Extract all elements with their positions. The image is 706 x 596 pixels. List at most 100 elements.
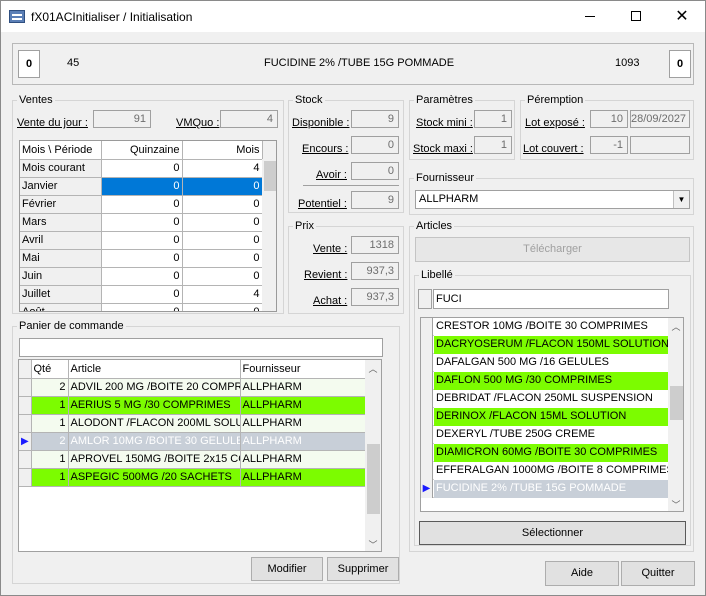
maximize-button[interactable] <box>613 1 659 32</box>
ventes-row-mois[interactable]: 0 <box>182 267 263 286</box>
article-list-item[interactable]: DACRYOSERUM /FLACON 150ML SOLUTION <box>421 336 668 354</box>
lot-couvert-date <box>630 136 690 154</box>
revient-label: Revient : <box>304 269 348 281</box>
achat-label: Achat : <box>313 295 348 307</box>
ventes-row-mois[interactable]: 0 <box>182 195 263 214</box>
ventes-row-quinzaine[interactable]: 0 <box>101 249 183 268</box>
telecharger-button[interactable]: Télécharger <box>415 237 690 262</box>
article-item-label: DERINOX /FLACON 15ML SOLUTION <box>434 408 668 426</box>
stock-mini-label: Stock mini : <box>416 117 473 129</box>
articles-list[interactable]: CRESTOR 10MG /BOITE 30 COMPRIMES DACRYOSE… <box>420 317 684 512</box>
ventes-row-quinzaine[interactable]: 0 <box>101 267 183 286</box>
fournisseur-select[interactable]: ALLPHARM ▼ <box>415 190 690 209</box>
ventes-row[interactable]: Mars 0 0 <box>20 213 276 232</box>
minimize-button[interactable] <box>567 1 613 32</box>
article-list-item[interactable]: ▶ FUCIDINE 2% /TUBE 15G POMMADE <box>421 480 668 498</box>
achat-field: 937,3 <box>351 288 399 306</box>
panier-row-qte: 1 <box>31 414 69 433</box>
article-list-item[interactable]: DEXERYL /TUBE 250G CREME <box>421 426 668 444</box>
panier-row[interactable]: 1ALODONT /FLACON 200ML SOLUTIONALLPHARM <box>19 414 366 433</box>
ventes-row[interactable]: Mai 0 0 <box>20 249 276 268</box>
quitter-button[interactable]: Quitter <box>621 561 695 586</box>
ventes-col-mois: Mois <box>182 141 263 160</box>
ventes-row-label: Mars <box>20 213 102 232</box>
aide-button[interactable]: Aide <box>545 561 619 586</box>
article-item-label: DEXERYL /TUBE 250G CREME <box>434 426 668 444</box>
ventes-scroll-thumb[interactable] <box>264 161 276 191</box>
ventes-row-quinzaine[interactable]: 0 <box>101 285 183 304</box>
stock-mini-field: 1 <box>474 110 512 128</box>
panier-row[interactable]: 1 ASPEGIC 500MG /20 SACHETS ALLPHARM <box>19 468 366 487</box>
ventes-row[interactable]: Août 0 0 <box>20 303 276 311</box>
panier-row-fournisseur: ALLPHARM <box>240 378 366 397</box>
lot-couvert-label: Lot couvert : <box>523 143 584 155</box>
article-row-indicator <box>421 336 433 354</box>
panier-col-fournisseur: Fournisseur <box>240 360 366 379</box>
articles-scrollbar[interactable]: ︿ ﹀ <box>668 318 683 511</box>
ventes-row[interactable]: Février 0 0 <box>20 195 276 214</box>
ventes-row[interactable]: Juin 0 0 <box>20 267 276 286</box>
modifier-button[interactable]: Modifier <box>251 557 323 581</box>
panier-scroll-thumb[interactable] <box>367 444 380 514</box>
ventes-scrollbar[interactable] <box>262 159 276 311</box>
ventes-row-mois[interactable]: 0 <box>182 249 263 268</box>
articles-scroll-thumb[interactable] <box>670 386 683 420</box>
libelle-search-input[interactable] <box>433 289 669 309</box>
ventes-row-mois[interactable]: 0 <box>182 231 263 250</box>
row-pointer-icon: ▶ <box>422 483 431 494</box>
ventes-row-mois[interactable]: 4 <box>182 159 263 178</box>
panier-filter-input[interactable] <box>19 338 383 357</box>
scroll-up-icon[interactable]: ︿ <box>668 320 683 333</box>
main-window: fX01ACInitialiser / Initialisation ✕ 0 4… <box>0 0 706 596</box>
panier-row[interactable]: 2ADVIL 200 MG /BOITE 20 COMPRIMESALLPHAR… <box>19 378 366 397</box>
ventes-row[interactable]: Avril 0 0 <box>20 231 276 250</box>
article-list-item[interactable]: DEBRIDAT /FLACON 250ML SUSPENSION <box>421 390 668 408</box>
ventes-row-quinzaine[interactable]: 0 <box>101 231 183 250</box>
panier-row-qte: 2 <box>31 432 69 451</box>
article-list-item[interactable]: DIAMICRON 60MG /BOITE 30 COMPRIMES <box>421 444 668 462</box>
ventes-row-label: Avril <box>20 231 102 250</box>
close-button[interactable]: ✕ <box>659 1 705 32</box>
articles-title: Articles <box>414 220 455 233</box>
article-list-item[interactable]: DAFALGAN 500 MG /16 GELULES <box>421 354 668 372</box>
stock-maxi-field: 1 <box>474 136 512 154</box>
ventes-row-quinzaine[interactable]: 0 <box>101 159 183 178</box>
panier-row[interactable]: 1 AERIUS 5 MG /30 COMPRIMES ALLPHARM <box>19 396 366 415</box>
ventes-row-mois[interactable]: 4 <box>182 285 263 304</box>
ventes-row-mois[interactable]: 0 <box>182 177 263 196</box>
header-product: FUCIDINE 2% /TUBE 15G POMMADE <box>264 57 455 69</box>
ventes-row-quinzaine[interactable]: 0 <box>101 195 183 214</box>
panier-scroll-down-icon[interactable]: ﹀ <box>365 538 381 551</box>
ventes-row[interactable]: Mois courant 0 4 <box>20 159 276 178</box>
ventes-row[interactable]: Juillet 0 4 <box>20 285 276 304</box>
article-list-item[interactable]: CRESTOR 10MG /BOITE 30 COMPRIMES <box>421 318 668 336</box>
chevron-down-icon[interactable]: ▼ <box>673 191 689 208</box>
panier-scroll-up-icon[interactable]: ︿ <box>365 362 381 375</box>
article-item-label: DIAMICRON 60MG /BOITE 30 COMPRIMES <box>434 444 668 462</box>
panier-row[interactable]: 1APROVEL 150MG /BOITE 2x15 COMPRIMESALLP… <box>19 450 366 469</box>
article-list-item[interactable]: DERINOX /FLACON 15ML SOLUTION <box>421 408 668 426</box>
article-list-item[interactable]: EFFERALGAN 1000MG /BOITE 8 COMPRIMES <box>421 462 668 480</box>
supprimer-button[interactable]: Supprimer <box>327 557 399 581</box>
panier-scrollbar[interactable]: ︿ ﹀ <box>365 360 381 551</box>
article-list-item[interactable]: DAFLON 500 MG /30 COMPRIMES <box>421 372 668 390</box>
article-item-label: DAFALGAN 500 MG /16 GELULES <box>434 354 668 372</box>
ventes-row-label: Janvier <box>20 177 102 196</box>
panier-row-fournisseur: ALLPHARM <box>240 396 366 415</box>
ventes-row-mois[interactable]: 0 <box>182 213 263 232</box>
panier-row[interactable]: ▶ 2 AMLOR 10MG /BOITE 30 GELULES ALLPHARM <box>19 432 366 451</box>
selectionner-button[interactable]: Sélectionner <box>419 521 686 545</box>
panier-row-indicator <box>19 396 32 415</box>
panier-grid[interactable]: Qté Article Fournisseur 2 ADVIL 200 MG /B… <box>18 359 382 552</box>
ventes-row-quinzaine[interactable]: 0 <box>101 303 183 311</box>
ventes-row-mois[interactable]: 0 <box>182 303 263 311</box>
ventes-row[interactable]: Janvier 0 0 <box>20 177 276 196</box>
ventes-grid[interactable]: Mois \ Période Quinzaine Mois Mois coura… <box>19 140 277 312</box>
ventes-row-quinzaine[interactable]: 0 <box>101 177 183 196</box>
vmquo-label: VMQuo : <box>176 117 220 129</box>
stock-separator <box>303 185 399 186</box>
panier-row-article: ASPEGIC 500MG /20 SACHETS <box>68 468 241 487</box>
prix-group: Prix Vente : 1318 Revient : 937,3 Achat … <box>288 220 404 314</box>
scroll-down-icon[interactable]: ﹀ <box>668 498 683 511</box>
ventes-row-quinzaine[interactable]: 0 <box>101 213 183 232</box>
